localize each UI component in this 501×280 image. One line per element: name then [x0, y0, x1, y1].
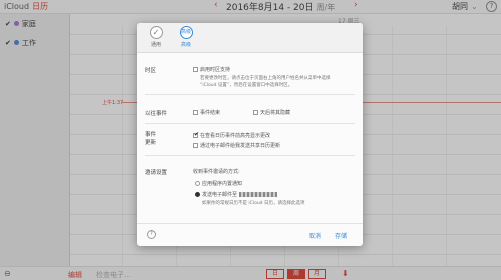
timezone-section-label: 时区	[145, 68, 157, 74]
in-app-notification-option[interactable]: 应用程序内置通知	[195, 180, 242, 187]
invitations-heading: 收到事件邀请的方式:	[193, 169, 240, 175]
help-icon[interactable]: ?	[147, 230, 156, 239]
event-update-section-label: 更新	[145, 140, 157, 146]
past-events-option[interactable]: 事件结束	[193, 109, 220, 116]
in-app-notification-radio[interactable]	[195, 181, 200, 186]
check-icon: ✔	[194, 131, 200, 138]
email-invite-option[interactable]: 发送电子邮件至	[195, 191, 278, 198]
section-divider	[145, 155, 355, 156]
checkmark-icon: ✓	[149, 26, 163, 39]
section-divider	[145, 94, 355, 95]
past-events-option-label: 事件结束	[200, 110, 221, 116]
dialog-footer: ? 取消 存储	[137, 223, 363, 246]
past-events-days[interactable]: 天后将其隐藏	[253, 109, 290, 116]
past-events-checkbox[interactable]	[193, 110, 198, 115]
email-invite-label: 发送电子邮件至	[202, 192, 238, 198]
past-events-days-field[interactable]	[253, 110, 258, 115]
tab-advanced[interactable]: 高级 高级	[173, 26, 199, 48]
invitations-section-label: 邀请设置	[145, 170, 168, 176]
advanced-icon: 高级	[179, 26, 193, 39]
timezone-checkbox[interactable]	[193, 67, 198, 72]
tab-label: 高级	[180, 42, 191, 48]
email-updates-label: 通过电子邮件给我发送共享日历更新	[200, 143, 281, 149]
highlight-changes-checkbox[interactable]: ✔	[193, 131, 200, 138]
cancel-button[interactable]: 取消	[309, 231, 321, 240]
tab-general[interactable]: ✓ 通用	[143, 26, 169, 48]
email-updates-checkbox[interactable]	[193, 143, 198, 148]
email-invite-radio[interactable]	[195, 192, 200, 197]
in-app-notification-label: 应用程序内置通知	[202, 181, 243, 187]
timezone-option-label: 启用时区支持	[200, 67, 231, 73]
past-events-section-label: 以往事件	[145, 111, 168, 117]
email-updates-option[interactable]: 通过电子邮件给我发送共享日历更新	[193, 142, 280, 149]
tab-label: 通用	[150, 42, 161, 48]
timezone-option[interactable]: 启用时区支持	[193, 66, 230, 73]
past-events-days-label: 天后将其隐藏	[260, 110, 291, 116]
email-invite-note: 如果你的常规日历不是 iCloud 日历，请选择此选项	[202, 201, 305, 206]
event-update-section-label: 事件	[145, 132, 157, 138]
highlight-changes-label: 在查看日历事件前高亮显示更改	[200, 133, 271, 139]
preferences-dialog: ✓ 通用 高级 高级 时区 启用时区支持 若要更改时区，请点击位于页面右上角的用…	[137, 23, 363, 246]
dialog-tab-bar: ✓ 通用 高级 高级	[137, 23, 363, 53]
highlight-changes-option[interactable]: ✔ 在查看日历事件前高亮显示更改	[193, 131, 271, 139]
redacted-email	[239, 192, 278, 197]
save-button[interactable]: 存储	[335, 231, 347, 240]
timezone-description: “iCloud 设置”，然后在设置窗口中选择时区。	[200, 83, 293, 88]
section-divider	[145, 123, 355, 124]
timezone-description: 若要更改时区，请点击位于页面右上角的用户姓名并从菜单中选择	[200, 76, 331, 81]
